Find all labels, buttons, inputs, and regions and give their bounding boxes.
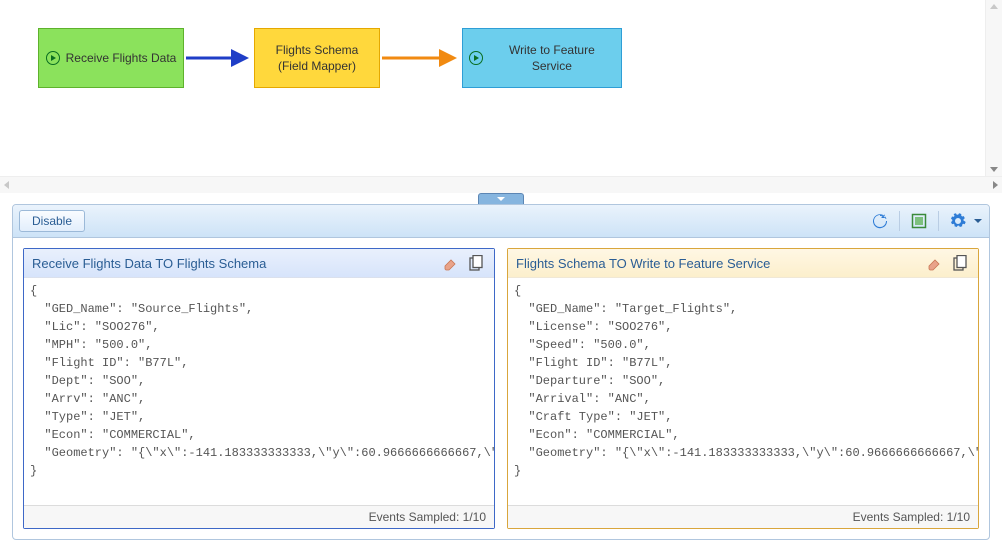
disable-button[interactable]: Disable	[19, 210, 85, 232]
diagram-canvas[interactable]: Receive Flights Data Flights Schema (Fie…	[0, 0, 1002, 176]
canvas-scrollbar-horizontal[interactable]	[0, 176, 1002, 193]
event-viewer-title: Flights Schema TO Write to Feature Servi…	[516, 256, 770, 271]
event-footer: Events Sampled: 1/10	[508, 505, 978, 528]
chevron-down-icon[interactable]	[973, 212, 983, 230]
eraser-icon[interactable]	[440, 253, 460, 273]
node-write-to-feature-service[interactable]: Write to Feature Service	[462, 28, 622, 88]
eraser-icon[interactable]	[924, 253, 944, 273]
splitter-collapse-handle[interactable]	[478, 193, 524, 204]
event-content-wrap: { "GED_Name": "Source_Flights", "Lic": "…	[24, 278, 494, 528]
event-viewer-title: Receive Flights Data TO Flights Schema	[32, 256, 266, 271]
play-icon	[469, 51, 483, 65]
toolbar-separator	[938, 211, 939, 231]
event-json[interactable]: { "GED_Name": "Source_Flights", "Lic": "…	[24, 278, 494, 505]
play-icon	[46, 51, 60, 65]
event-json[interactable]: { "GED_Name": "Target_Flights", "License…	[508, 278, 978, 505]
box-icon[interactable]	[910, 212, 928, 230]
refresh-icon[interactable]	[871, 212, 889, 230]
connector-schema-to-write[interactable]	[380, 28, 462, 88]
copy-icon[interactable]	[950, 253, 970, 273]
event-footer: Events Sampled: 1/10	[24, 505, 494, 528]
toolbar-separator	[899, 211, 900, 231]
events-toolbar: Disable	[13, 205, 989, 238]
gear-icon[interactable]	[949, 212, 967, 230]
event-viewer-right: Flights Schema TO Write to Feature Servi…	[507, 248, 979, 529]
event-viewer-header: Flights Schema TO Write to Feature Servi…	[508, 249, 978, 278]
events-panel: Disable Receive Flights Data TO Flights …	[12, 204, 990, 540]
scroll-up-icon	[990, 4, 998, 9]
events-sampled-status: Events Sampled: 1/10	[369, 510, 486, 524]
copy-icon[interactable]	[466, 253, 486, 273]
horizontal-splitter[interactable]	[0, 192, 1002, 204]
canvas-scrollbar-vertical[interactable]	[985, 0, 1002, 176]
scroll-down-icon	[990, 167, 998, 172]
node-receive-flights-data[interactable]: Receive Flights Data	[38, 28, 184, 88]
events-sampled-status: Events Sampled: 1/10	[853, 510, 970, 524]
node-label: Write to Feature Service	[489, 42, 615, 74]
node-line1: Flights Schema	[276, 42, 359, 58]
event-viewer-header: Receive Flights Data TO Flights Schema	[24, 249, 494, 278]
event-viewer-left: Receive Flights Data TO Flights Schema {…	[23, 248, 495, 529]
node-line2: (Field Mapper)	[278, 58, 356, 74]
scroll-left-icon	[4, 181, 9, 189]
connector-receive-to-schema[interactable]	[184, 28, 254, 88]
scroll-right-icon	[993, 181, 998, 189]
node-label: Receive Flights Data	[66, 50, 177, 66]
event-content-wrap: { "GED_Name": "Target_Flights", "License…	[508, 278, 978, 528]
node-flights-schema[interactable]: Flights Schema (Field Mapper)	[254, 28, 380, 88]
events-body: Receive Flights Data TO Flights Schema {…	[13, 238, 989, 539]
